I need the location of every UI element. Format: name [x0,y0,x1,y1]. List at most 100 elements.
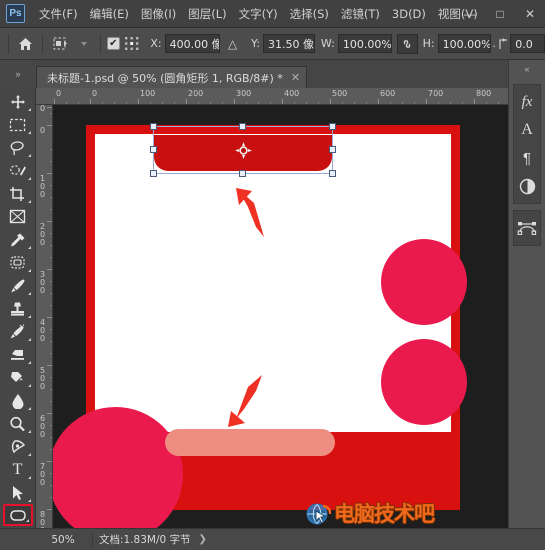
artboard[interactable] [53,123,467,528]
quick-selection-tool[interactable] [3,159,33,182]
flyout-indicator [27,315,31,318]
rotate-icon[interactable] [497,32,510,56]
frame-tool[interactable] [3,205,33,228]
h-ruler-tick-300: 300 [236,89,252,98]
flyout-indicator [27,200,31,203]
x-input[interactable]: 400.00 像素 [164,34,221,53]
panel-collapse-icon[interactable]: « [509,60,545,78]
menu-edit[interactable]: 编辑(E) [84,2,135,26]
document-tab-bar: » 未标题-1.psd @ 50% (圆角矩形 1, RGB/8#) * ✕ « [0,60,545,88]
transform-handle-top-left[interactable] [150,123,157,130]
y-label: Y: [251,37,260,50]
type-tool[interactable]: T [3,458,33,481]
height-input[interactable]: 100.00% [437,34,492,53]
flyout-indicator [27,338,31,341]
adjustments-panel-icon[interactable] [514,172,540,200]
menu-file[interactable]: 文件(F) [33,2,84,26]
menu-select[interactable]: 选择(S) [284,2,335,26]
menu-filter[interactable]: 滤镜(T) [335,2,386,26]
link-aspect-ratio-icon[interactable] [396,33,418,54]
options-divider-2 [41,33,43,54]
circle-right-lower[interactable] [381,339,467,425]
move-tool[interactable] [3,90,33,113]
blur-tool[interactable] [3,389,33,412]
eraser-tool[interactable] [3,343,33,366]
eyedropper-tool[interactable] [3,228,33,251]
minimize-button[interactable]: — [455,0,485,28]
h-label: H: [422,37,435,50]
clone-stamp-tool[interactable] [3,297,33,320]
history-brush-tool[interactable] [3,320,33,343]
flyout-indicator [27,269,31,272]
width-input[interactable]: 100.00% [337,34,392,53]
gradient-tool[interactable] [3,366,33,389]
flyout-indicator [27,177,31,180]
angle-input[interactable]: 0.0 [510,34,545,53]
transform-handle-top-right[interactable] [329,123,336,130]
spot-healing-brush-tool[interactable] [3,251,33,274]
reference-point-grid-icon[interactable] [120,32,145,56]
flyout-indicator [27,453,31,456]
menu-layer[interactable]: 图层(L) [182,2,232,26]
paragraph-panel-icon[interactable]: ¶ [514,144,540,172]
flyout-indicator [25,519,29,522]
close-button[interactable]: ✕ [515,0,545,28]
close-icon[interactable]: ✕ [291,71,300,84]
relative-positioning-triangle-icon[interactable]: △ [220,32,245,56]
document-tab-title: 未标题-1.psd @ 50% (圆角矩形 1, RGB/8#) * [47,71,283,85]
pen-tool[interactable] [3,435,33,458]
brush-tool[interactable] [3,274,33,297]
canvas-area[interactable] [53,105,508,528]
zoom-level[interactable]: 50% [40,534,86,546]
paths-panel-icon[interactable] [514,214,540,242]
rectangular-marquee-tool[interactable] [3,113,33,136]
right-panel-group-2 [513,210,541,246]
h-ruler-tick-600: 600 [380,89,396,98]
h-ruler-origin: 0 [56,89,62,98]
transform-handle-top-center[interactable] [239,123,246,130]
h-ruler-tick-800: 800 [476,89,492,98]
v-ruler-tick-700: 700 [39,462,46,487]
crop-tool[interactable] [3,182,33,205]
y-input[interactable]: 31.50 像素 [262,34,315,53]
collapse-left-icon[interactable]: » [0,60,36,88]
flyout-indicator [27,384,31,387]
w-label: W: [320,37,335,50]
rounded-rectangle-tool[interactable] [2,504,33,526]
home-icon[interactable] [13,32,38,56]
flyout-indicator [27,108,31,111]
photoshop-window: Ps 文件(F) 编辑(E) 图像(I) 图层(L) 文字(Y) 选择(S) 滤… [0,0,545,550]
dodge-tool[interactable] [3,412,33,435]
show-transform-controls-checkbox[interactable]: ✔ [107,37,120,50]
rounded-rect-top-selected[interactable] [154,135,332,171]
h-ruler-tick-200: 200 [188,89,204,98]
flyout-indicator [27,361,31,364]
menu-3d[interactable]: 3D(D) [386,3,432,25]
document-tab[interactable]: 未标题-1.psd @ 50% (圆角矩形 1, RGB/8#) * ✕ [36,66,308,88]
status-divider [92,532,93,547]
flyout-indicator [27,476,31,479]
horizontal-ruler[interactable]: 0 0 100 200 300 400 500 600 700 800 [36,88,508,105]
vertical-ruler[interactable]: 0 0 100 200 300 400 500 600 700 800 [36,105,53,528]
layer-styles-fx-icon[interactable]: fx [514,88,540,116]
v-ruler-tick-100: 100 [39,174,46,199]
chevron-right-icon[interactable]: ❯ [199,534,207,545]
path-selection-tool[interactable] [3,481,33,504]
free-transform-icon[interactable] [47,32,72,56]
pill-bottom[interactable] [165,429,335,456]
character-panel-icon[interactable]: A [514,116,540,144]
h-ruler-tick-500: 500 [332,89,348,98]
flyout-indicator [27,131,31,134]
v-ruler-tick-600: 600 [39,414,46,439]
menu-type[interactable]: 文字(Y) [233,2,284,26]
menu-image[interactable]: 图像(I) [135,2,182,26]
options-divider [8,33,9,54]
options-flyout-chevron-icon[interactable] [71,32,96,56]
circle-right-upper[interactable] [381,239,467,325]
menu-bar: 文件(F) 编辑(E) 图像(I) 图层(L) 文字(Y) 选择(S) 滤镜(T… [33,2,484,26]
title-bar: Ps 文件(F) 编辑(E) 图像(I) 图层(L) 文字(Y) 选择(S) 滤… [0,0,545,28]
maximize-button[interactable]: □ [485,0,515,28]
artboard-white-area [95,134,467,432]
h-ruler-tick-0: 0 [92,89,98,98]
lasso-tool[interactable] [3,136,33,159]
